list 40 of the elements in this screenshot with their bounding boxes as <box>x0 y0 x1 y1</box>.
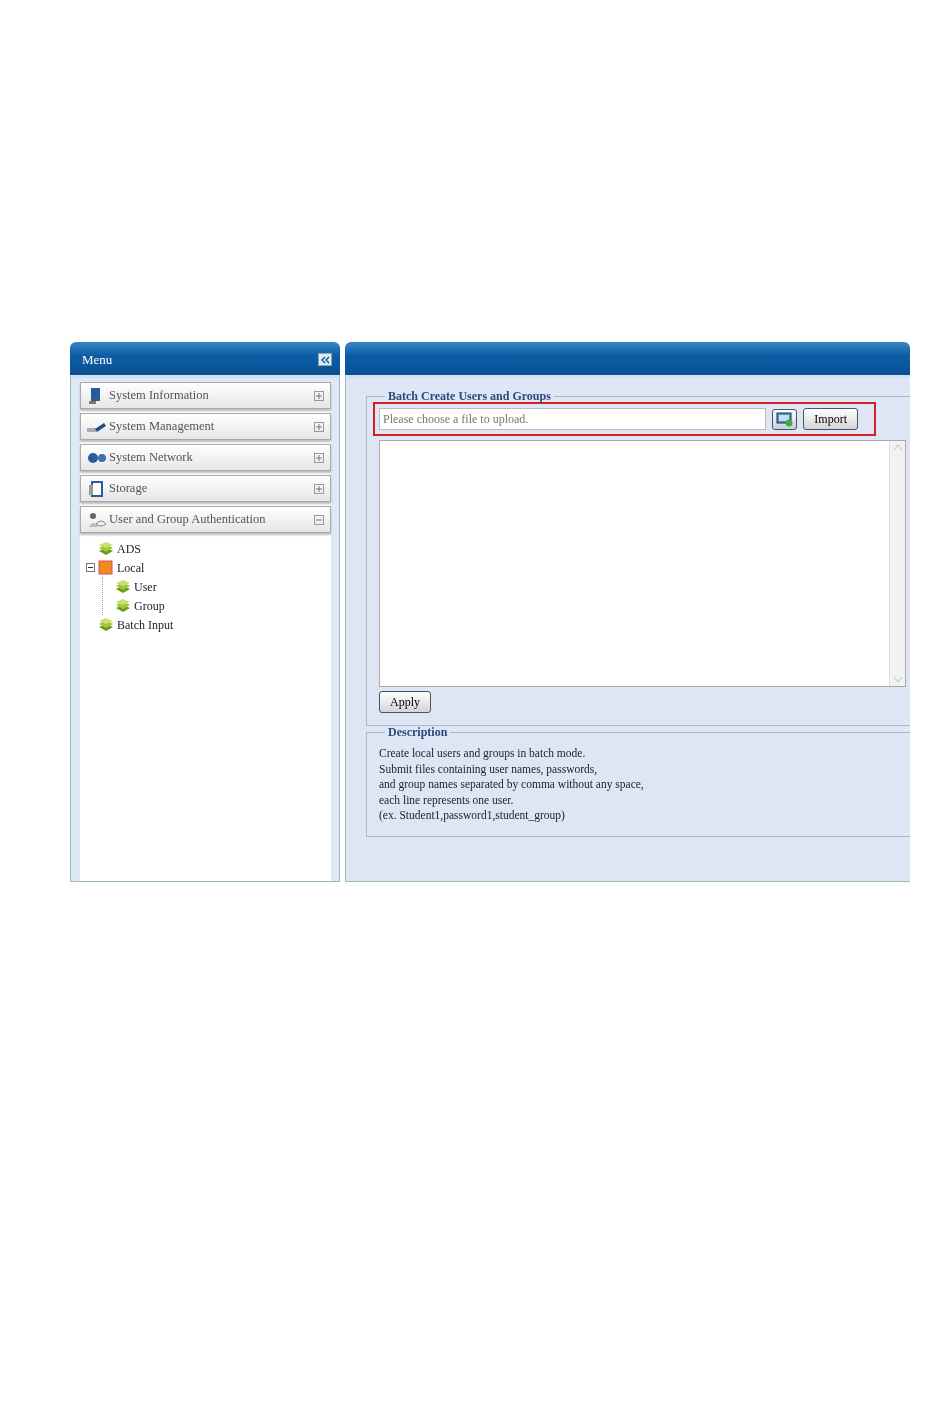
collapse-button[interactable] <box>318 353 332 366</box>
stack-icon <box>115 579 131 594</box>
users-icon <box>87 510 107 529</box>
expand-icon[interactable] <box>314 390 324 401</box>
menu-section[interactable]: Storage <box>80 475 331 502</box>
expand-icon[interactable] <box>314 421 324 432</box>
tree-item[interactable]: ADS <box>117 539 141 558</box>
description-title: Description <box>387 726 449 738</box>
monitor-icon <box>776 411 794 427</box>
tree-item[interactable]: User <box>134 577 157 596</box>
expander-icon[interactable] <box>86 563 95 572</box>
browse-button[interactable] <box>772 408 798 430</box>
section-title: Batch Create Users and Groups <box>387 390 552 402</box>
file-field[interactable]: Please choose a file to upload. <box>379 408 767 430</box>
menu-section[interactable]: System Network <box>80 444 331 471</box>
scroll-down-icon[interactable] <box>892 676 903 684</box>
collapse-icon[interactable] <box>314 514 324 525</box>
stack-icon <box>98 541 114 556</box>
expand-icon[interactable] <box>314 452 324 463</box>
double-chevron-icon <box>320 356 330 365</box>
expand-icon[interactable] <box>314 483 324 494</box>
menu-section[interactable]: System Management <box>80 413 331 440</box>
menu-section[interactable]: User and Group Authentication <box>80 506 331 533</box>
import-button[interactable]: Import <box>803 408 858 430</box>
description-line: Submit files containing user names, passwords, <box>379 761 599 777</box>
tree-item[interactable]: Batch Input <box>117 615 174 634</box>
menu-title: Menu <box>82 350 113 369</box>
tree-item[interactable]: Group <box>134 596 165 615</box>
square-icon <box>98 560 114 575</box>
stack-icon <box>98 617 114 632</box>
description-line: (ex. Student1,password1,student_group) <box>379 808 566 824</box>
apply-button[interactable]: Apply <box>379 691 431 713</box>
description-line: each line represents one user. <box>379 792 515 808</box>
description-line: Create local users and groups in batch mode. <box>379 746 587 762</box>
scroll-up-icon[interactable] <box>892 443 903 451</box>
scrollbar[interactable] <box>889 441 905 686</box>
stack-icon <box>115 598 131 613</box>
tree-item[interactable]: Local <box>117 558 145 577</box>
menu-section[interactable]: System Information <box>80 382 331 409</box>
description-line: and group names separated by comma without any space, <box>379 777 645 793</box>
